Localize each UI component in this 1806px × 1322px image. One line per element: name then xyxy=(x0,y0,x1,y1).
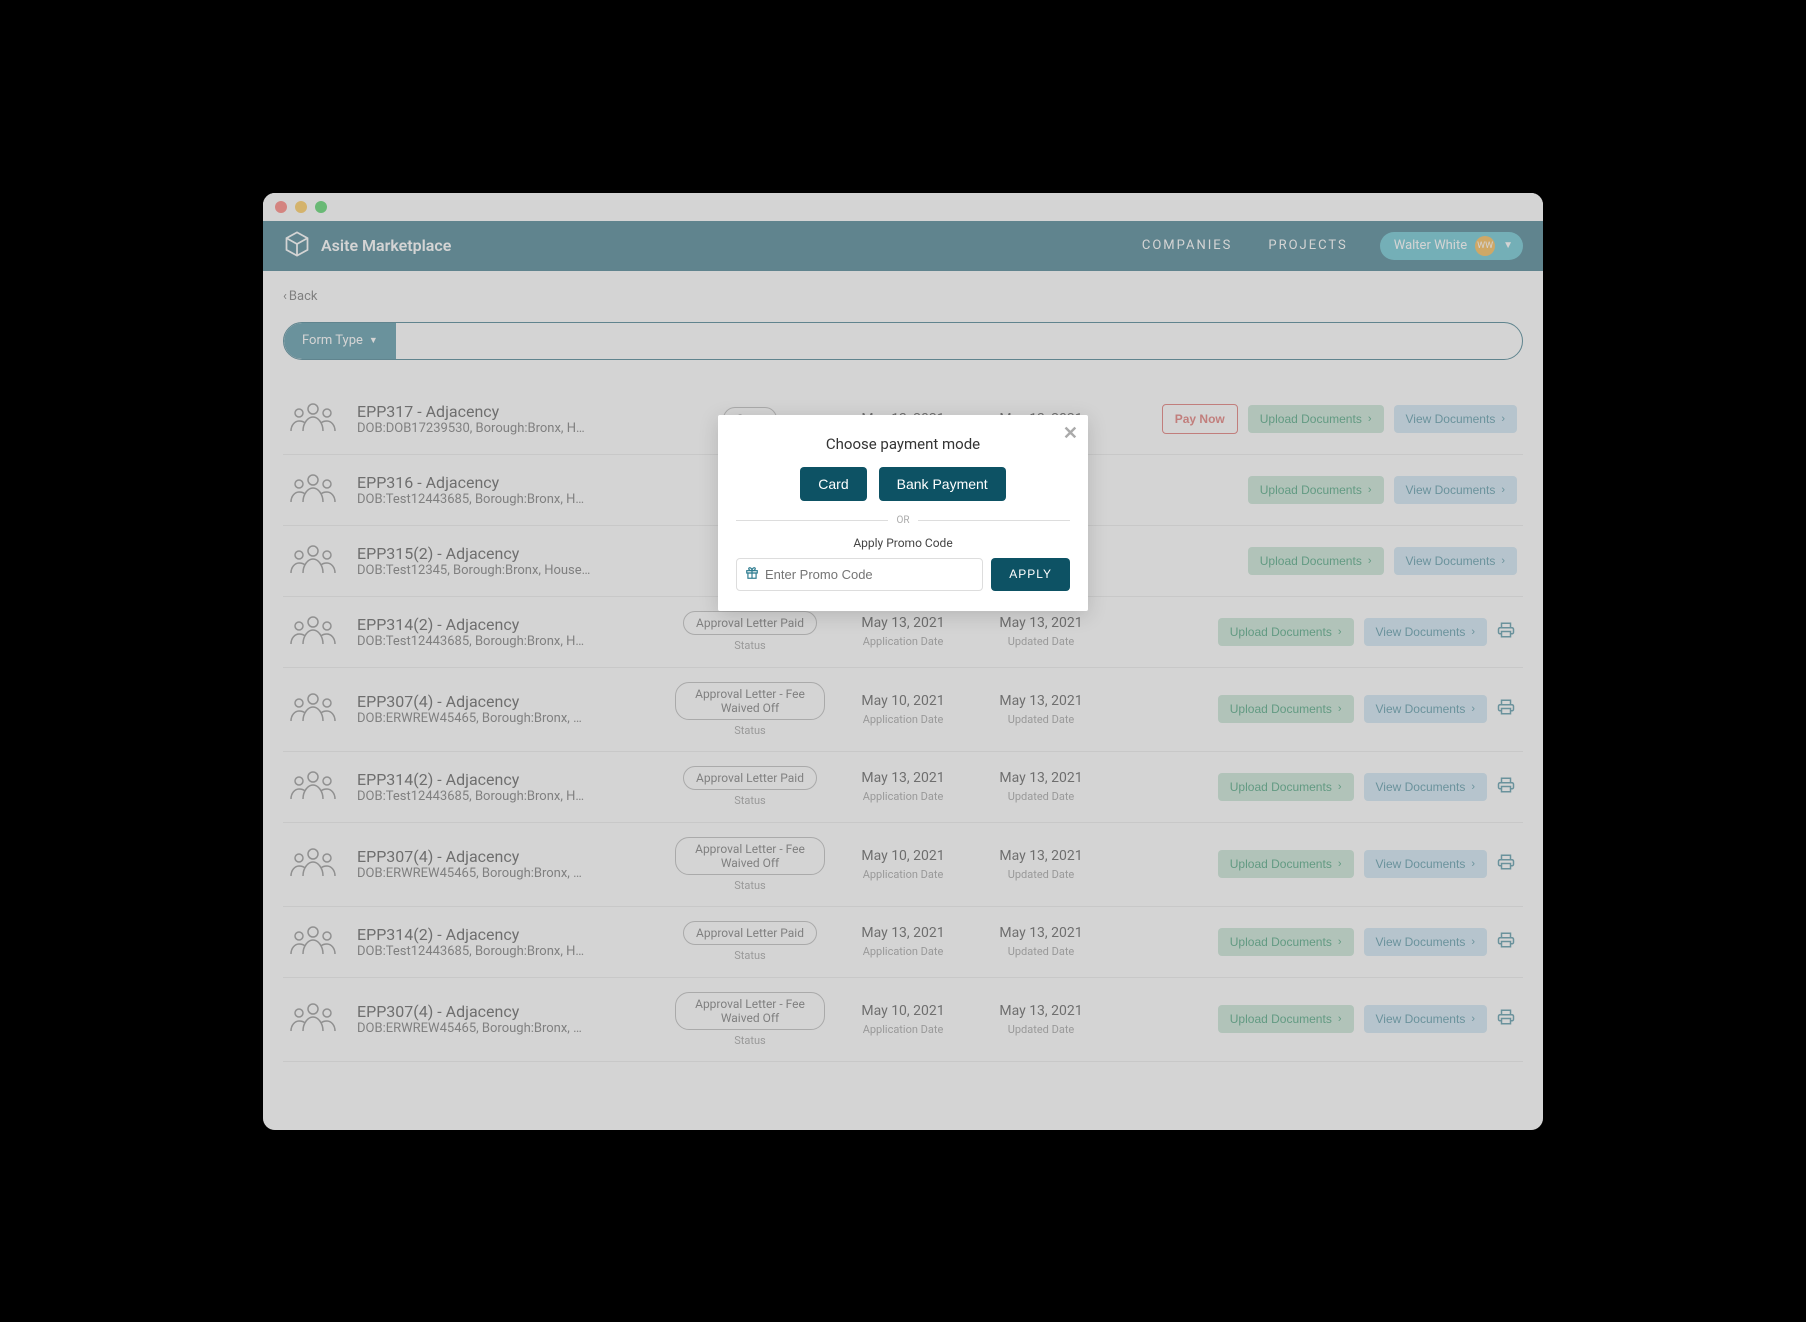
modal-overlay[interactable]: ✕ Choose payment mode Card Bank Payment … xyxy=(263,193,1543,1130)
apply-promo-button[interactable]: APPLY xyxy=(991,558,1070,591)
close-icon[interactable]: ✕ xyxy=(1063,423,1078,444)
promo-input-wrap xyxy=(736,558,983,591)
modal-title: Choose payment mode xyxy=(736,435,1070,453)
card-payment-button[interactable]: Card xyxy=(800,467,866,501)
payment-modal: ✕ Choose payment mode Card Bank Payment … xyxy=(718,415,1088,611)
promo-code-input[interactable] xyxy=(765,559,974,590)
or-label: OR xyxy=(896,515,909,526)
app-window: Asite Marketplace COMPANIES PROJECTS Wal… xyxy=(263,193,1543,1130)
or-divider: OR xyxy=(736,515,1070,526)
gift-icon xyxy=(745,565,759,584)
promo-title: Apply Promo Code xyxy=(736,536,1070,550)
bank-payment-button[interactable]: Bank Payment xyxy=(879,467,1006,501)
